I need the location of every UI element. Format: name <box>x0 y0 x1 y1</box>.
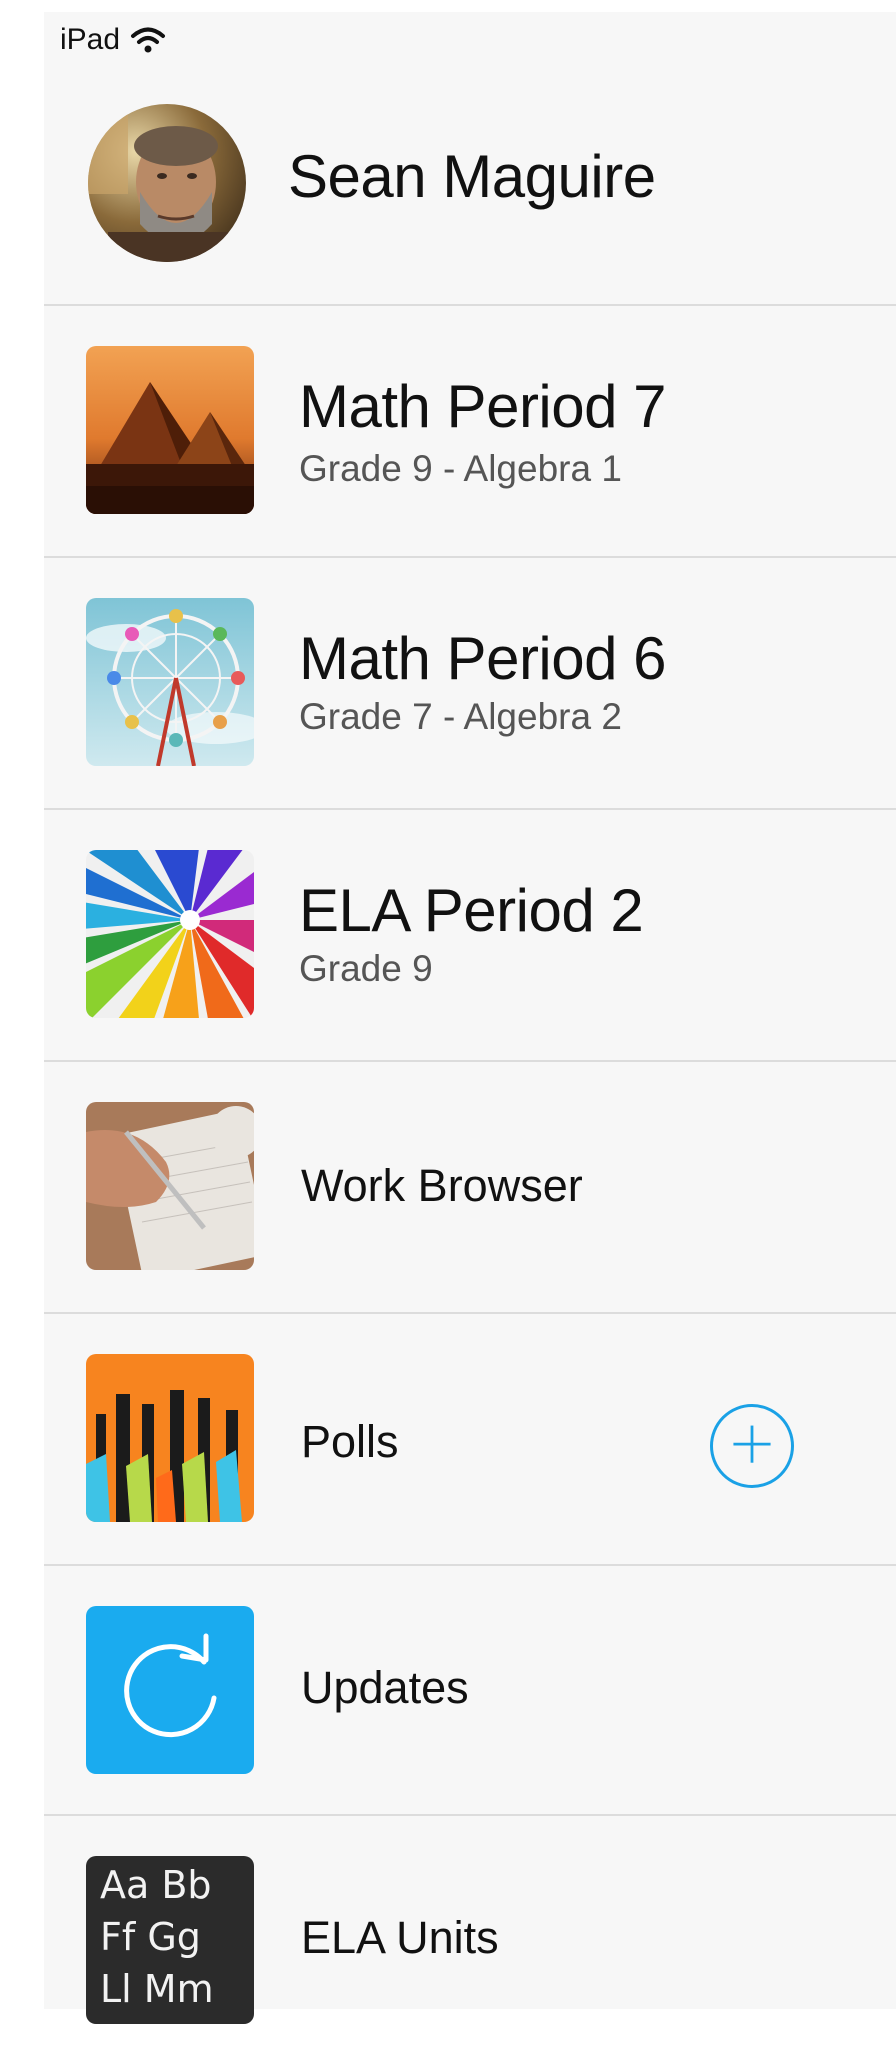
class-row-ela-period-2[interactable]: ELA Period 2 Grade 9 <box>44 810 896 1062</box>
tool-label: Updates <box>301 1662 469 1713</box>
plus-circle-icon <box>733 1425 771 1463</box>
tool-row-updates[interactable]: Updates <box>44 1566 896 1818</box>
class-title: ELA Period 2 <box>299 877 644 944</box>
profile-name: Sean Maguire <box>288 143 656 210</box>
avatar-photo <box>88 104 246 262</box>
class-subtitle: Grade 7 - Algebra 2 <box>299 696 622 737</box>
class-title: Math Period 6 <box>299 625 667 692</box>
class-row-math-period-6[interactable]: Math Period 6 Grade 7 - Algebra 2 <box>44 558 896 810</box>
raised-hands-image <box>86 1354 254 1522</box>
colored-pencils-image <box>86 850 254 1018</box>
class-subtitle: Grade 9 - Algebra 1 <box>299 448 622 489</box>
writing-hand-image <box>86 1102 254 1270</box>
tool-row-work-browser[interactable]: Work Browser <box>44 1062 896 1314</box>
chalk-text: Ff Gg <box>100 1915 201 1959</box>
tool-label: ELA Units <box>301 1912 499 1963</box>
tool-row-ela-units[interactable]: Aa Bb Ff Gg Ll Mm ELA Units <box>44 1816 896 2068</box>
status-bar: iPad <box>60 20 166 60</box>
pyramids-image <box>86 346 254 514</box>
profile-header[interactable]: Sean Maguire <box>44 80 896 304</box>
carrier-label: iPad <box>60 23 121 56</box>
chalk-text: Ll Mm <box>100 1967 214 2011</box>
add-poll-button[interactable] <box>710 1404 794 1488</box>
tool-label: Polls <box>301 1416 399 1467</box>
refresh-icon <box>86 1606 254 1774</box>
tool-row-polls[interactable]: Polls <box>44 1314 896 1566</box>
class-subtitle: Grade 9 <box>299 948 433 989</box>
avatar[interactable] <box>88 104 246 262</box>
alphabet-chalkboard-image: Aa Bb Ff Gg Ll Mm <box>86 1856 254 2024</box>
class-title: Math Period 7 <box>299 373 667 440</box>
wifi-icon <box>131 27 166 53</box>
chalk-text: Aa Bb <box>100 1863 212 1907</box>
tool-label: Work Browser <box>301 1160 583 1211</box>
ferris-wheel-image <box>86 598 254 766</box>
class-row-math-period-7[interactable]: Math Period 7 Grade 9 - Algebra 1 <box>44 306 896 558</box>
